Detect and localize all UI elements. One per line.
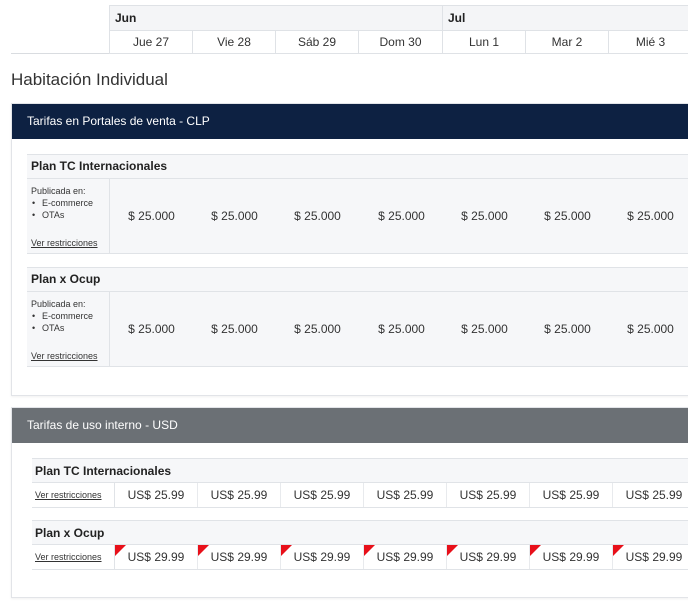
day-column-header: Lun 1 bbox=[443, 31, 526, 54]
rate-cell-flagged[interactable]: US$ 29.99 bbox=[530, 545, 613, 569]
date-header: Jun Jul Jue 27 Vie 28 Sáb 29 Dom 30 Lun … bbox=[0, 0, 688, 55]
day-column-header: Sáb 29 bbox=[276, 31, 359, 54]
rate-cell[interactable]: $ 25.000 bbox=[609, 179, 688, 254]
rate-cell[interactable]: $ 25.000 bbox=[443, 179, 526, 254]
published-label: Publicada en: bbox=[31, 186, 86, 196]
alert-flag-icon bbox=[613, 545, 624, 556]
view-restrictions-link[interactable]: Ver restricciones bbox=[35, 552, 102, 562]
channel-list: E-commerce OTAs bbox=[31, 310, 109, 334]
header-divider bbox=[11, 53, 109, 54]
rate-value: US$ 29.99 bbox=[459, 550, 517, 564]
rate-cell[interactable]: US$ 25.99 bbox=[198, 483, 281, 507]
sales-plan-x-ocup: Plan x Ocup Publicada en: E-commerce OTA… bbox=[27, 267, 688, 367]
rate-value: US$ 29.99 bbox=[376, 550, 434, 564]
alert-flag-icon bbox=[447, 545, 458, 556]
rate-cell[interactable]: $ 25.000 bbox=[110, 292, 193, 367]
rate-cell[interactable]: US$ 25.99 bbox=[447, 483, 530, 507]
channel-item: E-commerce bbox=[31, 197, 109, 209]
internal-plan-tc-internacionales: Plan TC Internacionales Ver restriccione… bbox=[32, 458, 688, 508]
rate-cell[interactable]: $ 25.000 bbox=[526, 179, 609, 254]
channel-item: OTAs bbox=[31, 209, 109, 221]
internal-rates-header: Tarifas de uso interno - USD bbox=[12, 408, 688, 443]
day-column-header: Vie 28 bbox=[193, 31, 276, 54]
day-column-header: Mié 3 bbox=[635, 35, 666, 49]
plan-title: Plan x Ocup bbox=[32, 520, 688, 545]
rate-cell[interactable]: US$ 25.99 bbox=[281, 483, 364, 507]
rate-cell[interactable]: $ 25.000 bbox=[360, 179, 443, 254]
rate-cell[interactable]: $ 25.000 bbox=[526, 292, 609, 367]
rate-cell-flagged[interactable]: US$ 29.99 bbox=[198, 545, 281, 569]
month-jun: Jun bbox=[110, 6, 443, 30]
rate-cell-flagged[interactable]: US$ 29.99 bbox=[281, 545, 364, 569]
rate-cell[interactable]: $ 25.000 bbox=[360, 292, 443, 367]
plan-body: Ver restricciones US$ 29.99 US$ 29.99 US… bbox=[32, 545, 688, 570]
day-column-header: Dom 30 bbox=[359, 31, 443, 54]
plan-body: Ver restricciones US$ 25.99 US$ 25.99 US… bbox=[32, 483, 688, 508]
rate-cell-flagged[interactable]: US$ 29.99 bbox=[613, 545, 688, 569]
day-column-header: Mar 2 bbox=[526, 31, 609, 54]
restrictions-cell: Ver restricciones bbox=[32, 483, 115, 507]
plan-title: Plan TC Internacionales bbox=[27, 155, 688, 179]
rate-value: US$ 29.99 bbox=[542, 550, 600, 564]
day-column-header: Jue 27 bbox=[110, 31, 193, 54]
rate-cell[interactable]: $ 25.000 bbox=[609, 292, 688, 367]
rate-cell[interactable]: $ 25.000 bbox=[276, 292, 359, 367]
rate-cell[interactable]: US$ 25.99 bbox=[530, 483, 613, 507]
alert-flag-icon bbox=[364, 545, 375, 556]
sales-rates-header: Tarifas en Portales de venta - CLP bbox=[12, 104, 688, 139]
day-row: Jue 27 Vie 28 Sáb 29 Dom 30 Lun 1 Mar 2 … bbox=[109, 30, 688, 54]
rate-cell[interactable]: $ 25.000 bbox=[193, 179, 276, 254]
plan-publication-info: Publicada en: E-commerce OTAs Ver restri… bbox=[27, 292, 110, 367]
channel-item: OTAs bbox=[31, 322, 109, 334]
month-row: Jun Jul bbox=[109, 5, 688, 30]
rate-cell-flagged[interactable]: US$ 29.99 bbox=[364, 545, 447, 569]
rate-value: US$ 29.99 bbox=[210, 550, 268, 564]
rate-cell-flagged[interactable]: US$ 29.99 bbox=[447, 545, 530, 569]
sales-plan-tc-internacionales: Plan TC Internacionales Publicada en: E-… bbox=[27, 154, 688, 254]
price-row: $ 25.000 $ 25.000 $ 25.000 $ 25.000 $ 25… bbox=[110, 292, 688, 367]
rate-cell[interactable]: US$ 25.99 bbox=[364, 483, 447, 507]
view-restrictions-link[interactable]: Ver restricciones bbox=[31, 237, 98, 249]
plan-body: Publicada en: E-commerce OTAs Ver restri… bbox=[27, 292, 688, 367]
internal-rates-card: Tarifas de uso interno - USD Plan TC Int… bbox=[11, 407, 688, 598]
rate-value: US$ 29.99 bbox=[127, 550, 185, 564]
channel-item: E-commerce bbox=[31, 310, 109, 322]
sales-rates-card: Tarifas en Portales de venta - CLP Plan … bbox=[11, 103, 688, 396]
channel-list: E-commerce OTAs bbox=[31, 197, 109, 221]
alert-flag-icon bbox=[281, 545, 292, 556]
rate-cell[interactable]: $ 25.000 bbox=[193, 292, 276, 367]
rate-cell-flagged[interactable]: US$ 29.99 bbox=[115, 545, 198, 569]
rate-cell[interactable]: $ 25.000 bbox=[276, 179, 359, 254]
rate-value: US$ 29.99 bbox=[293, 550, 351, 564]
rate-cell[interactable]: $ 25.000 bbox=[443, 292, 526, 367]
price-row: $ 25.000 $ 25.000 $ 25.000 $ 25.000 $ 25… bbox=[110, 179, 688, 254]
published-label: Publicada en: bbox=[31, 299, 86, 309]
room-title: Habitación Individual bbox=[11, 70, 168, 89]
view-restrictions-link[interactable]: Ver restricciones bbox=[35, 490, 102, 500]
alert-flag-icon bbox=[530, 545, 541, 556]
plan-publication-info: Publicada en: E-commerce OTAs Ver restri… bbox=[27, 179, 110, 254]
rate-value: US$ 29.99 bbox=[625, 550, 683, 564]
month-jul: Jul bbox=[448, 11, 466, 25]
restrictions-cell: Ver restricciones bbox=[32, 545, 115, 569]
rate-cell[interactable]: $ 25.000 bbox=[110, 179, 193, 254]
plan-body: Publicada en: E-commerce OTAs Ver restri… bbox=[27, 179, 688, 254]
rate-cell[interactable]: US$ 25.99 bbox=[613, 483, 688, 507]
plan-title: Plan TC Internacionales bbox=[32, 458, 688, 483]
alert-flag-icon bbox=[115, 545, 126, 556]
alert-flag-icon bbox=[198, 545, 209, 556]
rate-cell[interactable]: US$ 25.99 bbox=[115, 483, 198, 507]
internal-plan-x-ocup: Plan x Ocup Ver restricciones US$ 29.99 … bbox=[32, 520, 688, 570]
view-restrictions-link[interactable]: Ver restricciones bbox=[31, 350, 98, 362]
plan-title: Plan x Ocup bbox=[27, 268, 688, 292]
